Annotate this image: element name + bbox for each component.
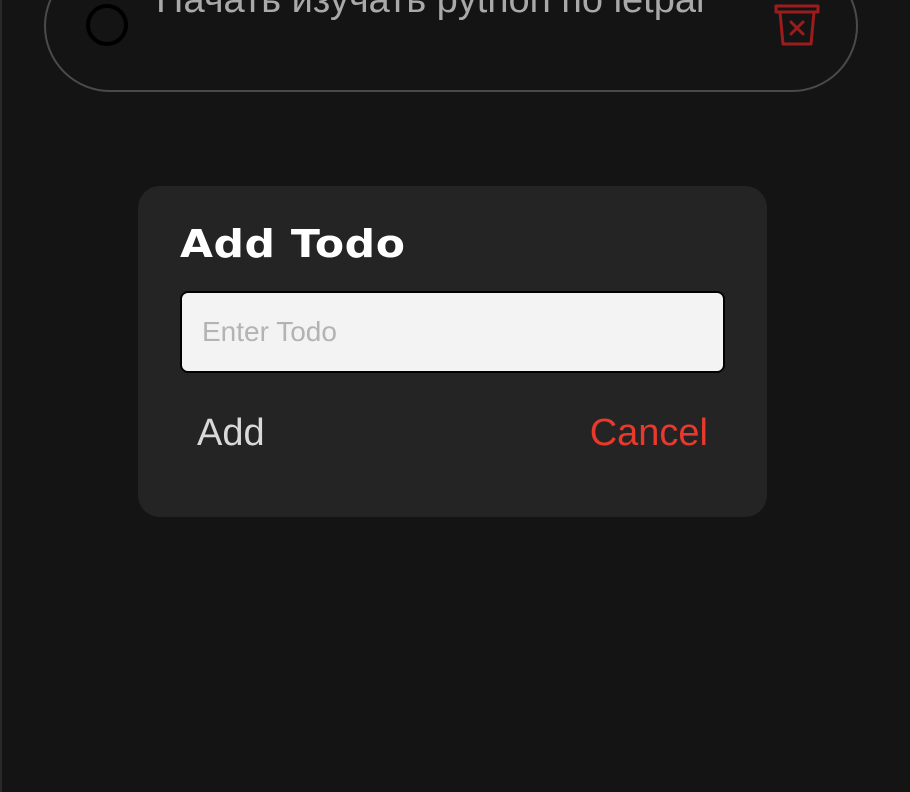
- todo-text: Начать изучать python по letpai: [156, 0, 705, 21]
- screen-edge: [0, 0, 2, 792]
- add-todo-dialog: Add Todo Add Cancel: [138, 186, 767, 517]
- app-screen: Начать изучать python по letpai Add Todo…: [0, 0, 910, 792]
- trash-x-icon: [774, 4, 820, 46]
- dialog-title: Add Todo: [180, 222, 406, 266]
- todo-input[interactable]: [180, 291, 725, 373]
- add-button[interactable]: Add: [197, 412, 265, 455]
- delete-button[interactable]: [772, 0, 822, 48]
- todo-item: Начать изучать python по letpai: [44, 0, 858, 92]
- cancel-button[interactable]: Cancel: [590, 412, 708, 455]
- todo-checkbox[interactable]: [86, 4, 128, 46]
